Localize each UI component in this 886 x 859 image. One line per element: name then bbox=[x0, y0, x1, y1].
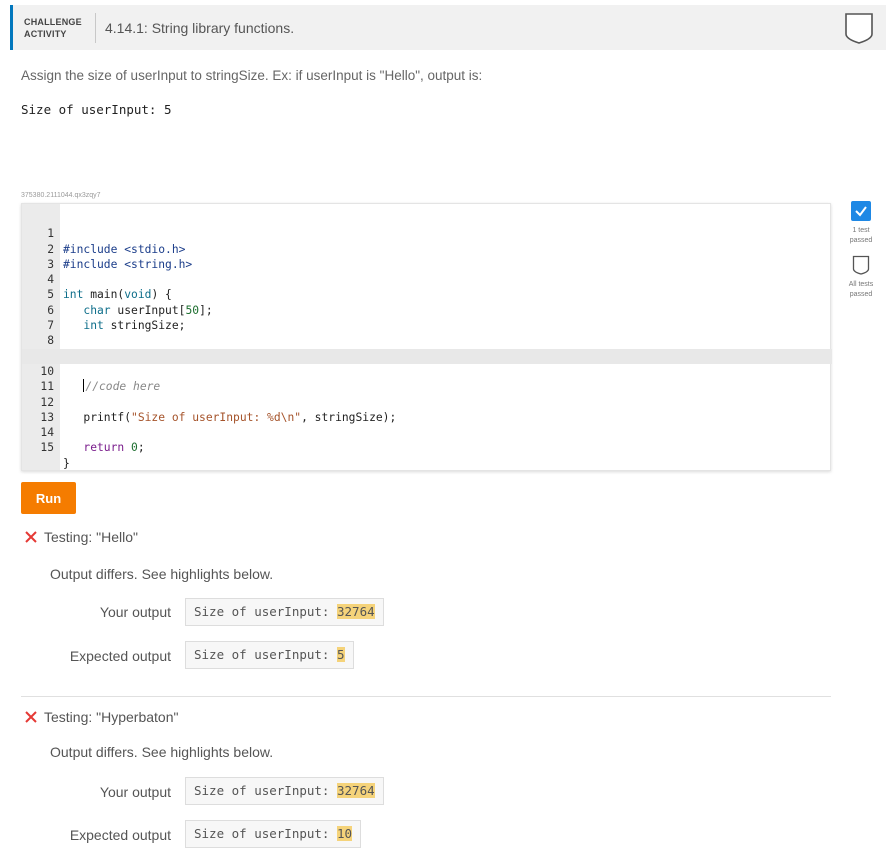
challenge-activity-label: CHALLENGE ACTIVITY bbox=[24, 17, 82, 39]
x-icon bbox=[25, 531, 37, 543]
expected-output-box: Size of userInput: 10 bbox=[185, 820, 362, 848]
code-line[interactable]: 13 bbox=[22, 395, 832, 424]
test-note: Output differs. See highlights below. bbox=[50, 566, 274, 582]
code-line[interactable]: 8 scanf("%s", userInput); bbox=[22, 318, 832, 362]
code-line[interactable]: 1 #include <stdio.h> bbox=[22, 211, 832, 255]
expected-output-box: Size of userInput: 5 bbox=[185, 641, 354, 669]
diff-highlight: 32764 bbox=[337, 604, 375, 619]
code-line[interactable]: 5 char userInput[50]; bbox=[22, 272, 832, 316]
code-id: 375380.2111044.qx3zqy7 bbox=[21, 192, 101, 199]
your-output-box: Size of userInput: 32764 bbox=[185, 777, 384, 805]
code-line[interactable]: 7 bbox=[22, 303, 832, 332]
header-divider bbox=[95, 13, 96, 43]
your-output-label: Your output bbox=[99, 784, 171, 800]
diff-highlight: 32764 bbox=[337, 783, 375, 798]
challenge-title: 4.14.1: String library functions. bbox=[105, 20, 295, 36]
x-icon bbox=[25, 711, 37, 723]
checkmark-icon bbox=[851, 201, 871, 221]
code-line-active[interactable]: 10 //code here bbox=[22, 348, 832, 393]
your-output-label: Your output bbox=[99, 604, 171, 620]
code-line[interactable]: 4 int main(void) { bbox=[22, 257, 832, 301]
diff-highlight: 10 bbox=[337, 826, 353, 841]
your-output-box: Size of userInput: 32764 bbox=[185, 598, 384, 626]
test-result-heading: Testing: "Hyperbaton" bbox=[24, 709, 178, 725]
diff-highlight: 5 bbox=[337, 647, 345, 662]
code-line[interactable]: 9 bbox=[22, 333, 832, 363]
example-output: Size of userInput: 5 bbox=[21, 102, 172, 117]
code-line[interactable]: 11 bbox=[22, 364, 832, 393]
shield-icon bbox=[845, 13, 873, 44]
divider bbox=[21, 696, 831, 697]
instruction-text: Assign the size of userInput to stringSi… bbox=[21, 68, 483, 83]
test-note: Output differs. See highlights below. bbox=[50, 744, 274, 760]
status-text: All tests passed bbox=[848, 281, 874, 298]
test-result-heading: Testing: "Hello" bbox=[24, 529, 138, 545]
code-line[interactable]: 2 #include <string.h> bbox=[22, 226, 832, 271]
code-line[interactable]: 14 return 0; bbox=[22, 410, 832, 454]
status-box-icon bbox=[852, 255, 870, 275]
expected-output-label: Expected output bbox=[69, 648, 171, 664]
code-line[interactable]: 6 int stringSize; bbox=[22, 288, 832, 332]
status-text: 1 test passed bbox=[849, 227, 873, 244]
code-line[interactable]: 15 } bbox=[22, 425, 832, 469]
challenge-header: CHALLENGE ACTIVITY 4.14.1: String librar… bbox=[10, 5, 886, 50]
code-editor[interactable]: 1 #include <stdio.h> 2 #include <string.… bbox=[21, 203, 832, 471]
code-line[interactable]: 12 printf("Size of userInput: %d\n", str… bbox=[22, 379, 832, 424]
run-button[interactable]: Run bbox=[21, 482, 76, 514]
code-line[interactable]: 3 bbox=[22, 242, 832, 271]
expected-output-label: Expected output bbox=[69, 827, 171, 843]
